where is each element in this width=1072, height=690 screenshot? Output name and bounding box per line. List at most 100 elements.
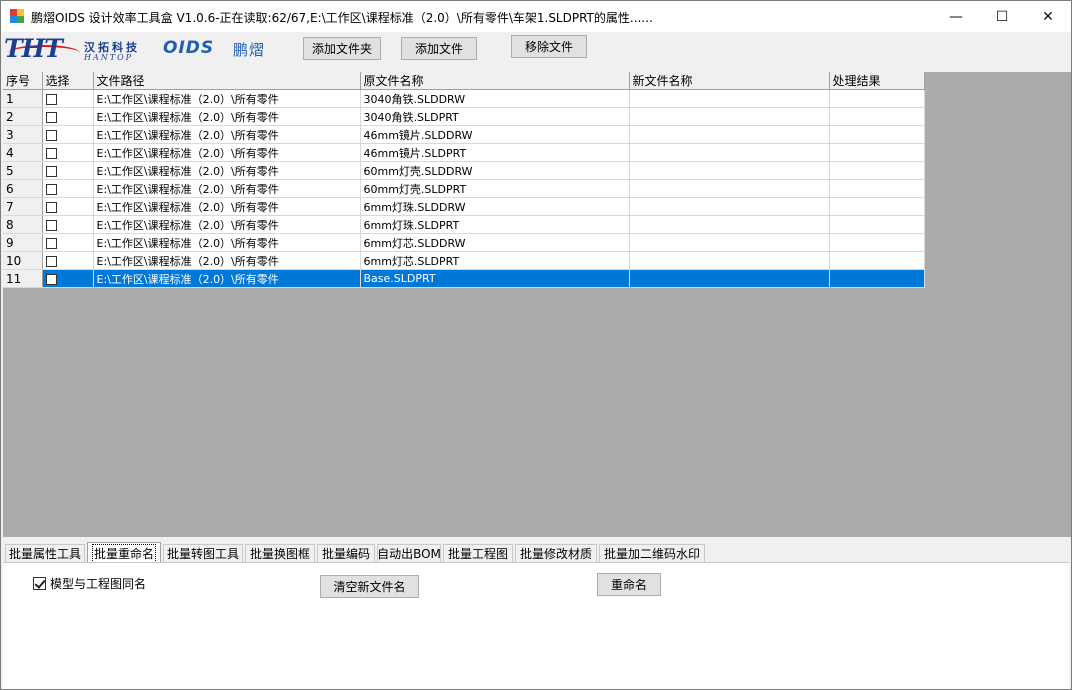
- file-path-cell[interactable]: E:\工作区\课程标准（2.0）\所有零件: [93, 269, 361, 288]
- result-cell[interactable]: [829, 197, 925, 216]
- tab-auto-bom[interactable]: 自动出BOM: [377, 544, 441, 562]
- tab-batch-code[interactable]: 批量编码: [317, 544, 375, 562]
- table-row[interactable]: 6 E:\工作区\课程标准（2.0）\所有零件 60mm灯壳.SLDPRT: [3, 179, 925, 198]
- table-row[interactable]: 5 E:\工作区\课程标准（2.0）\所有零件 60mm灯壳.SLDDRW: [3, 161, 925, 180]
- checkbox-checked-icon[interactable]: [33, 577, 46, 590]
- tab-batch-material[interactable]: 批量修改材质: [515, 544, 597, 562]
- new-name-cell[interactable]: [629, 179, 830, 198]
- new-name-cell[interactable]: [629, 269, 830, 288]
- new-name-cell[interactable]: [629, 161, 830, 180]
- table-row[interactable]: 3 E:\工作区\课程标准（2.0）\所有零件 46mm镜片.SLDDRW: [3, 125, 925, 144]
- original-name-cell[interactable]: Base.SLDPRT: [360, 269, 630, 288]
- tab-batch-frame[interactable]: 批量换图框: [245, 544, 315, 562]
- row-select-cell[interactable]: [42, 107, 94, 126]
- column-header-select[interactable]: 选择: [42, 72, 94, 90]
- file-path-cell[interactable]: E:\工作区\课程标准（2.0）\所有零件: [93, 215, 361, 234]
- table-row[interactable]: 8 E:\工作区\课程标准（2.0）\所有零件 6mm灯珠.SLDPRT: [3, 215, 925, 234]
- original-name-cell[interactable]: 6mm灯芯.SLDPRT: [360, 251, 630, 270]
- file-path-cell[interactable]: E:\工作区\课程标准（2.0）\所有零件: [93, 125, 361, 144]
- new-name-cell[interactable]: [629, 125, 830, 144]
- file-path-cell[interactable]: E:\工作区\课程标准（2.0）\所有零件: [93, 179, 361, 198]
- row-select-cell[interactable]: [42, 161, 94, 180]
- tab-batch-rename[interactable]: 批量重命名: [87, 542, 161, 563]
- original-name-cell[interactable]: 6mm灯珠.SLDPRT: [360, 215, 630, 234]
- original-name-cell[interactable]: 3040角铁.SLDDRW: [360, 89, 630, 108]
- row-select-cell[interactable]: [42, 215, 94, 234]
- row-index[interactable]: 10: [3, 251, 43, 270]
- title-bar[interactable]: 鹏熠OIDS 设计效率工具盒 V1.0.6-正在读取:62/67,E:\工作区\…: [1, 1, 1071, 32]
- row-checkbox[interactable]: [45, 219, 57, 231]
- file-path-cell[interactable]: E:\工作区\课程标准（2.0）\所有零件: [93, 161, 361, 180]
- row-select-cell[interactable]: [42, 89, 94, 108]
- new-name-cell[interactable]: [629, 107, 830, 126]
- close-button[interactable]: ✕: [1025, 1, 1071, 32]
- original-name-cell[interactable]: 6mm灯珠.SLDDRW: [360, 197, 630, 216]
- result-cell[interactable]: [829, 125, 925, 144]
- row-checkbox[interactable]: [45, 183, 57, 195]
- original-name-cell[interactable]: 46mm镜片.SLDDRW: [360, 125, 630, 144]
- row-index[interactable]: 7: [3, 197, 43, 216]
- new-name-cell[interactable]: [629, 233, 830, 252]
- same-name-checkbox[interactable]: 模型与工程图同名: [33, 575, 146, 592]
- row-index[interactable]: 3: [3, 125, 43, 144]
- file-path-cell[interactable]: E:\工作区\课程标准（2.0）\所有零件: [93, 89, 361, 108]
- file-path-cell[interactable]: E:\工作区\课程标准（2.0）\所有零件: [93, 233, 361, 252]
- row-index[interactable]: 5: [3, 161, 43, 180]
- result-cell[interactable]: [829, 89, 925, 108]
- minimize-button[interactable]: —: [933, 1, 979, 32]
- original-name-cell[interactable]: 6mm灯芯.SLDDRW: [360, 233, 630, 252]
- new-name-cell[interactable]: [629, 215, 830, 234]
- add-folder-button[interactable]: 添加文件夹: [303, 37, 381, 60]
- column-header-index[interactable]: 序号: [3, 72, 43, 90]
- row-checkbox[interactable]: [45, 147, 57, 159]
- row-checkbox[interactable]: [45, 93, 57, 105]
- row-select-cell[interactable]: [42, 251, 94, 270]
- tab-batch-drawing[interactable]: 批量工程图: [443, 544, 513, 562]
- clear-new-name-button[interactable]: 清空新文件名: [320, 575, 419, 598]
- file-path-cell[interactable]: E:\工作区\课程标准（2.0）\所有零件: [93, 143, 361, 162]
- row-index[interactable]: 4: [3, 143, 43, 162]
- table-row[interactable]: 10 E:\工作区\课程标准（2.0）\所有零件 6mm灯芯.SLDPRT: [3, 251, 925, 270]
- result-cell[interactable]: [829, 161, 925, 180]
- remove-file-button[interactable]: 移除文件: [511, 35, 587, 58]
- row-checkbox[interactable]: [45, 237, 57, 249]
- add-file-button[interactable]: 添加文件: [401, 37, 477, 60]
- result-cell[interactable]: [829, 143, 925, 162]
- tab-batch-qrcode[interactable]: 批量加二维码水印: [599, 544, 705, 562]
- rename-button[interactable]: 重命名: [597, 573, 661, 596]
- original-name-cell[interactable]: 46mm镜片.SLDPRT: [360, 143, 630, 162]
- row-checkbox[interactable]: [45, 111, 57, 123]
- row-select-cell[interactable]: [42, 269, 94, 288]
- table-row[interactable]: 9 E:\工作区\课程标准（2.0）\所有零件 6mm灯芯.SLDDRW: [3, 233, 925, 252]
- row-checkbox[interactable]: [45, 255, 57, 267]
- file-path-cell[interactable]: E:\工作区\课程标准（2.0）\所有零件: [93, 197, 361, 216]
- result-cell[interactable]: [829, 269, 925, 288]
- row-select-cell[interactable]: [42, 125, 94, 144]
- tab-batch-convert[interactable]: 批量转图工具: [163, 544, 243, 562]
- column-header-new-name[interactable]: 新文件名称: [629, 72, 830, 90]
- column-header-original-name[interactable]: 原文件名称: [360, 72, 630, 90]
- tab-batch-properties[interactable]: 批量属性工具: [5, 544, 85, 562]
- row-index[interactable]: 2: [3, 107, 43, 126]
- maximize-button[interactable]: ☐: [979, 1, 1025, 32]
- row-index[interactable]: 6: [3, 179, 43, 198]
- row-checkbox[interactable]: [45, 201, 57, 213]
- table-row[interactable]: 7 E:\工作区\课程标准（2.0）\所有零件 6mm灯珠.SLDDRW: [3, 197, 925, 216]
- result-cell[interactable]: [829, 179, 925, 198]
- new-name-cell[interactable]: [629, 251, 830, 270]
- file-path-cell[interactable]: E:\工作区\课程标准（2.0）\所有零件: [93, 251, 361, 270]
- column-header-path[interactable]: 文件路径: [93, 72, 361, 90]
- row-checkbox[interactable]: [45, 273, 57, 285]
- row-select-cell[interactable]: [42, 233, 94, 252]
- result-cell[interactable]: [829, 107, 925, 126]
- original-name-cell[interactable]: 60mm灯壳.SLDDRW: [360, 161, 630, 180]
- file-path-cell[interactable]: E:\工作区\课程标准（2.0）\所有零件: [93, 107, 361, 126]
- row-select-cell[interactable]: [42, 179, 94, 198]
- row-select-cell[interactable]: [42, 197, 94, 216]
- original-name-cell[interactable]: 3040角铁.SLDPRT: [360, 107, 630, 126]
- row-index[interactable]: 11: [3, 269, 43, 288]
- table-row[interactable]: 2 E:\工作区\课程标准（2.0）\所有零件 3040角铁.SLDPRT: [3, 107, 925, 126]
- table-row[interactable]: 4 E:\工作区\课程标准（2.0）\所有零件 46mm镜片.SLDPRT: [3, 143, 925, 162]
- row-checkbox[interactable]: [45, 165, 57, 177]
- result-cell[interactable]: [829, 233, 925, 252]
